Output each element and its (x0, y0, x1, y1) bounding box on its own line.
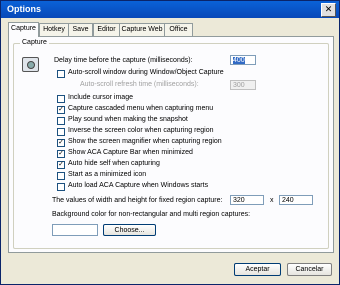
option-label: Start as a minimized icon (68, 171, 147, 178)
refresh-time-value: 300 (233, 82, 245, 89)
color-swatch (52, 224, 98, 236)
cancel-button[interactable]: Cancelar (287, 263, 332, 276)
option-checkbox[interactable] (57, 172, 65, 180)
option-checkbox[interactable]: ✓ (57, 139, 65, 147)
region-width-input[interactable]: 320 (230, 195, 264, 205)
option-checkbox[interactable] (57, 128, 65, 136)
times-label: x (270, 197, 274, 204)
capture-group-label: Capture (20, 39, 49, 46)
option-label: Show the screen magnifier when capturing… (68, 138, 222, 145)
capture-group: Capture Delay time before the capture (m… (13, 39, 329, 249)
camera-icon (22, 57, 39, 72)
option-label: Show ACA Capture Bar when minimized (68, 149, 193, 156)
autoscroll-label: Auto-scroll window during Window/Object … (68, 69, 224, 76)
close-icon: ✕ (324, 4, 333, 14)
option-label: Inverse the screen color when capturing … (68, 127, 214, 134)
option-checkbox[interactable]: ✓ (57, 150, 65, 158)
region-width-value: 320 (233, 197, 245, 204)
delay-value: 400 (233, 57, 245, 64)
window-title: Options (7, 4, 41, 14)
option-label: Play sound when making the snapshot (68, 116, 188, 123)
tab-capture[interactable]: Capture (8, 22, 39, 37)
option-checkbox[interactable] (57, 117, 65, 125)
option-label: Auto hide self when capturing (68, 160, 160, 167)
option-checkbox[interactable]: ✓ (57, 161, 65, 169)
tab-panel-capture: Capture Delay time before the capture (m… (8, 36, 334, 253)
option-label: Include cursor image (68, 94, 133, 101)
autoscroll-checkbox[interactable] (57, 70, 65, 78)
options-dialog: Options ✕ Capture Hotkey Save Editor Cap… (0, 0, 340, 285)
delay-input[interactable]: 400 (230, 55, 256, 65)
refresh-time-input[interactable]: 300 (230, 80, 256, 90)
option-label: Capture cascaded menu when capturing men… (68, 105, 214, 112)
option-checkbox[interactable] (57, 183, 65, 191)
refresh-time-label: Auto-scroll refresh time (milliseconds): (80, 81, 199, 88)
option-label: Auto load ACA Capture when Windows start… (68, 182, 209, 189)
accept-button[interactable]: Aceptar (234, 263, 281, 276)
region-height-input[interactable]: 240 (279, 195, 313, 205)
close-button[interactable]: ✕ (321, 3, 336, 17)
tab-editor[interactable]: Editor (93, 23, 120, 36)
bg-color-label: Background color for non-rectangular and… (52, 211, 251, 218)
delay-label: Delay time before the capture (milliseco… (54, 57, 193, 64)
option-checkbox[interactable]: ✓ (57, 106, 65, 114)
tab-save[interactable]: Save (68, 23, 93, 36)
tab-capture-web[interactable]: Capture Web (119, 23, 165, 36)
tab-office[interactable]: Office (164, 23, 193, 36)
option-checkbox[interactable] (57, 95, 65, 103)
choose-color-button[interactable]: Choose... (103, 224, 156, 236)
camera-lens (27, 61, 35, 69)
title-bar[interactable]: Options ✕ (1, 1, 339, 18)
region-height-value: 240 (282, 197, 294, 204)
fixed-region-label: The values of width and height for fixed… (52, 197, 223, 204)
tab-hotkey[interactable]: Hotkey (39, 23, 69, 36)
